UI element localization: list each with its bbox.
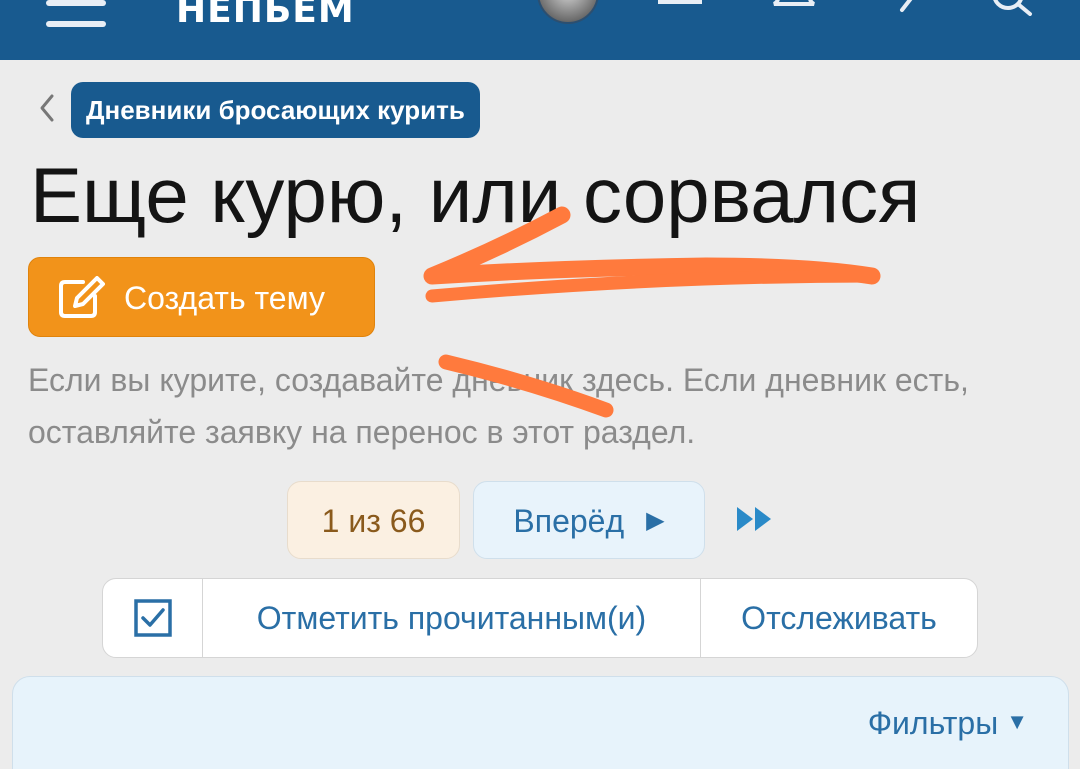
play-right-icon: ▶ — [646, 506, 665, 534]
edit-icon — [59, 276, 105, 318]
filter-bar: Фильтры ▼ — [12, 676, 1069, 769]
mark-read-button[interactable]: Отметить прочитанным(и) — [203, 579, 701, 657]
checkbox-icon — [133, 599, 172, 637]
pen-icon[interactable] — [888, 0, 922, 16]
watch-button[interactable]: Отслеживать — [701, 579, 977, 657]
filters-label: Фильтры — [867, 705, 999, 741]
menu-icon[interactable] — [46, 0, 106, 27]
bell-icon[interactable] — [770, 0, 818, 12]
avatar[interactable] — [537, 0, 599, 24]
caret-down-icon: ▼ — [1006, 708, 1028, 734]
filters-button[interactable]: Фильтры ▼ — [868, 705, 1028, 742]
breadcrumb[interactable]: Дневники бросающих курить — [71, 82, 480, 138]
create-topic-button[interactable]: Создать тему — [28, 257, 375, 337]
page-title: Еще курю, или сорвался — [30, 151, 921, 239]
chevron-left-icon[interactable] — [34, 92, 58, 124]
page-indicator[interactable]: 1 из 66 — [287, 481, 460, 559]
next-page-button[interactable]: Вперёд ▶ — [473, 481, 705, 559]
forum-description: Если вы курите, создавайте дневник здесь… — [28, 362, 969, 450]
select-checkbox[interactable] — [103, 579, 203, 657]
search-icon[interactable] — [988, 0, 1038, 16]
last-page-icon[interactable] — [735, 503, 775, 535]
create-topic-label: Создать тему — [124, 280, 325, 316]
top-navigation-bar: НЕПЬЕМ — [0, 0, 1080, 60]
forum-actions-bar: Отметить прочитанным(и) Отслеживать — [102, 578, 978, 658]
next-page-label: Вперёд — [513, 503, 625, 539]
inbox-icon[interactable] — [656, 0, 704, 12]
site-logo[interactable]: НЕПЬЕМ — [176, 0, 355, 31]
